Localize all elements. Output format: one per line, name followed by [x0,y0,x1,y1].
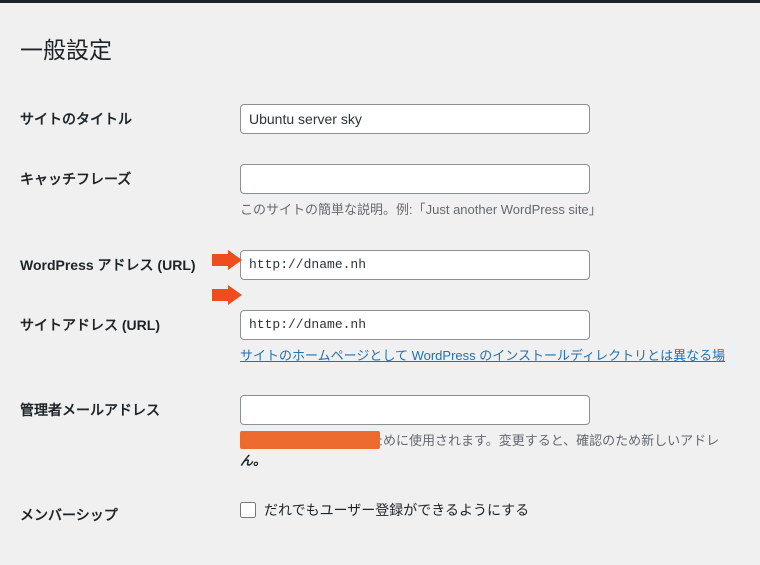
membership-label: メンバーシップ [20,485,240,545]
site-url-help-link[interactable]: サイトのホームページとして WordPress のインストールディレクトリとは異… [240,348,725,363]
tagline-description: このサイトの簡単な説明。例:「Just another WordPress si… [240,200,740,220]
site-title-input[interactable] [240,104,590,134]
tagline-input[interactable] [240,164,590,194]
wp-url-input[interactable] [240,250,590,280]
page-title: 一般設定 [20,31,740,65]
settings-content: 一般設定 サイトのタイトル キャッチフレーズ このサイトの簡単な説明。例:「Ju… [0,3,760,565]
membership-checkbox-text: だれでもユーザー登録ができるようにする [264,500,529,520]
membership-checkbox-label[interactable]: だれでもユーザー登録ができるようにする [240,500,529,520]
site-url-help: サイトのホームページとして WordPress のインストールディレクトリとは異… [240,346,740,366]
site-url-label: サイトアドレス (URL) [20,295,240,381]
admin-email-input[interactable] [240,395,590,425]
wp-url-label: WordPress アドレス (URL) [20,235,240,295]
tagline-label: キャッチフレーズ [20,149,240,235]
membership-checkbox[interactable] [240,502,256,518]
admin-email-label: 管理者メールアドレス [20,380,240,485]
settings-form-table: サイトのタイトル キャッチフレーズ このサイトの簡単な説明。例:「Just an… [20,89,740,545]
redaction-overlay [240,431,380,449]
site-title-label: サイトのタイトル [20,89,240,149]
site-url-input[interactable] [240,310,590,340]
